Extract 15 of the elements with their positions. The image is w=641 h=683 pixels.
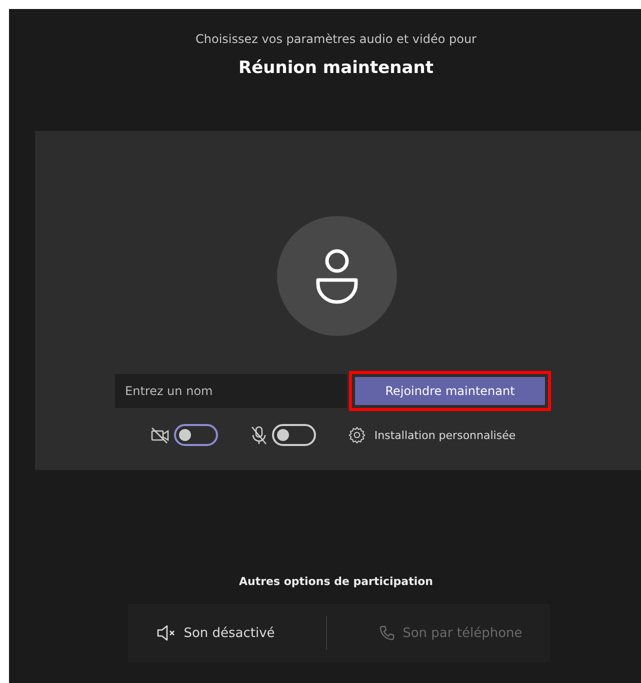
subtitle: Choisissez vos paramètres audio et vidéo pour bbox=[196, 32, 476, 46]
person-icon bbox=[315, 248, 359, 304]
phone-icon bbox=[378, 625, 395, 641]
join-option[interactable]: Son désactivé bbox=[152, 621, 279, 645]
meeting-title: Réunion maintenant bbox=[238, 58, 434, 78]
toggle-switch[interactable] bbox=[174, 424, 218, 446]
name-field[interactable]: Entrez un nom bbox=[115, 374, 347, 408]
mic-off-icon bbox=[250, 425, 268, 445]
custom-setup-link[interactable]: Installation personnalisée bbox=[374, 428, 516, 442]
speaker-off-icon bbox=[156, 625, 176, 641]
settings-icon bbox=[348, 426, 366, 444]
other-options-heading: Autres options de participation bbox=[238, 575, 433, 588]
join-button[interactable]: Rejoindre maintenant bbox=[355, 377, 545, 405]
camera-off-icon bbox=[150, 426, 170, 444]
toggle-switch[interactable] bbox=[272, 424, 316, 446]
